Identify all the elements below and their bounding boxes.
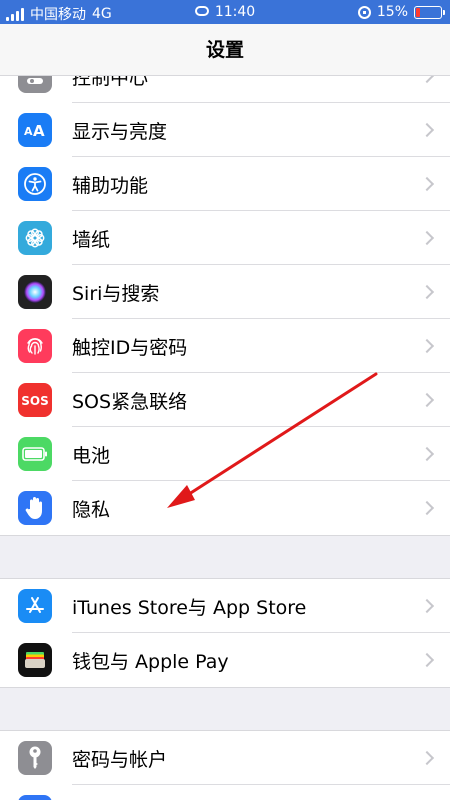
- chevron-right-icon: [419, 76, 435, 84]
- hand-icon: [18, 491, 52, 525]
- settings-row-label: iTunes Store与 App Store: [72, 596, 307, 619]
- settings-row-accessibility[interactable]: 辅助功能: [0, 157, 450, 211]
- link-icon: [194, 5, 209, 16]
- settings-group-store: iTunes Store与 App Store 钱包与 Apple Pay: [0, 578, 450, 688]
- settings-list: 控制中心 AA 显示与亮度 辅助功能 墙纸 Siri与搜索 触控ID与密码 SO…: [0, 76, 450, 800]
- control-center-icon: [18, 76, 52, 93]
- settings-row-label: SOS紧急联络: [72, 390, 188, 413]
- settings-row-touch-id[interactable]: 触控ID与密码: [0, 319, 450, 373]
- chevron-right-icon: [419, 446, 435, 462]
- settings-row-privacy[interactable]: 隐私: [0, 481, 450, 535]
- chevron-right-icon: [419, 122, 435, 138]
- chevron-right-icon: [419, 392, 435, 408]
- settings-row-control-center[interactable]: 控制中心: [0, 76, 450, 103]
- settings-row-display[interactable]: AA 显示与亮度: [0, 103, 450, 157]
- mail-icon: [18, 795, 52, 800]
- settings-row-label: 触控ID与密码: [72, 336, 188, 359]
- battery-status-icon: [414, 5, 445, 19]
- settings-row-sos[interactable]: SOS SOS紧急联络: [0, 373, 450, 427]
- settings-row-label: 显示与亮度: [72, 120, 168, 143]
- status-time: 11:40: [214, 4, 256, 20]
- wallet-icon: [18, 643, 52, 677]
- sos-icon: SOS: [18, 383, 52, 417]
- svg-text:A: A: [24, 125, 33, 138]
- chevron-right-icon: [419, 338, 435, 354]
- settings-row-app-store[interactable]: iTunes Store与 App Store: [0, 579, 450, 633]
- battery-icon: [18, 437, 52, 471]
- settings-row-siri[interactable]: Siri与搜索: [0, 265, 450, 319]
- chevron-right-icon: [419, 500, 435, 516]
- settings-row-label: 密码与帐户: [72, 748, 168, 771]
- settings-row-label: 电池: [72, 444, 111, 467]
- settings-row-label: 钱包与 Apple Pay: [72, 650, 229, 673]
- section-spacer: [0, 536, 450, 578]
- chevron-right-icon: [419, 230, 435, 246]
- settings-row-passwords[interactable]: 密码与帐户: [0, 731, 450, 785]
- fingerprint-icon: [18, 329, 52, 363]
- key-icon: [18, 741, 52, 775]
- chevron-right-icon: [419, 284, 435, 300]
- settings-row-wallet[interactable]: 钱包与 Apple Pay: [0, 633, 450, 687]
- section-spacer: [0, 688, 450, 730]
- nav-bar: 设置: [0, 24, 450, 76]
- siri-icon: [18, 275, 52, 309]
- display-icon: AA: [18, 113, 52, 147]
- chevron-right-icon: [419, 176, 435, 192]
- chevron-right-icon: [419, 652, 435, 668]
- chevron-right-icon: [419, 750, 435, 766]
- settings-row-next[interactable]: [0, 785, 450, 800]
- accessibility-icon: [18, 167, 52, 201]
- battery-percent: 15%: [376, 4, 408, 20]
- settings-row-wallpaper[interactable]: 墙纸: [0, 211, 450, 265]
- settings-group-general: 控制中心 AA 显示与亮度 辅助功能 墙纸 Siri与搜索 触控ID与密码 SO…: [0, 76, 450, 536]
- status-right: 15%: [357, 4, 445, 20]
- wallpaper-icon: [18, 221, 52, 255]
- settings-row-label: Siri与搜索: [72, 282, 160, 305]
- settings-row-label: 墙纸: [72, 228, 111, 251]
- settings-group-accounts: 密码与帐户: [0, 730, 450, 800]
- settings-row-label: 辅助功能: [72, 174, 149, 197]
- settings-row-label: 隐私: [72, 498, 111, 521]
- chevron-right-icon: [419, 598, 435, 614]
- status-bar: 中国移动 4G 11:40 15%: [0, 0, 450, 24]
- rotation-lock-icon: [357, 5, 371, 19]
- settings-row-label: 控制中心: [72, 76, 149, 89]
- svg-text:SOS: SOS: [21, 394, 49, 408]
- svg-text:A: A: [33, 122, 45, 140]
- app-store-icon: [18, 589, 52, 623]
- settings-row-battery[interactable]: 电池: [0, 427, 450, 481]
- page-title: 设置: [205, 39, 244, 61]
